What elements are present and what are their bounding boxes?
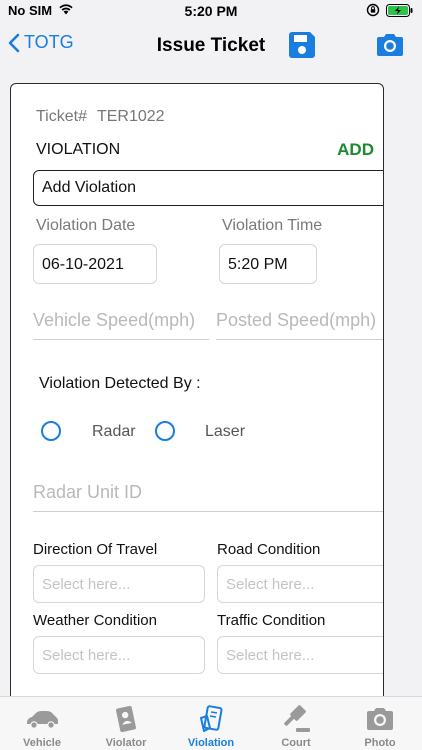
laser-label: Laser (205, 423, 246, 440)
vehicle-speed-input[interactable]: Vehicle Speed(mph) (33, 310, 209, 340)
weather-label: Weather Condition (33, 612, 157, 629)
save-button[interactable] (286, 29, 318, 66)
tab-vehicle-label: Vehicle (23, 737, 61, 749)
ticket-number-row: Ticket# TER1022 (36, 108, 165, 126)
orientation-lock-icon (366, 3, 380, 20)
posted-speed-input[interactable]: Posted Speed(mph) (216, 310, 383, 340)
violation-date-label: Violation Date (36, 217, 136, 234)
traffic-label: Traffic Condition (217, 612, 326, 629)
battery-icon (386, 4, 414, 20)
back-button[interactable]: TOTG (8, 32, 74, 53)
tab-court-label: Court (281, 737, 311, 749)
radar-unit-id-input[interactable]: Radar Unit ID (33, 482, 383, 512)
camera-icon (377, 34, 403, 56)
clock: 5:20 PM (184, 3, 238, 19)
camera-button[interactable] (374, 32, 406, 63)
ticket-form-card: Ticket# TER1022 VIOLATION ADD Add Violati… (10, 83, 384, 723)
road-condition-label: Road Condition (217, 541, 321, 558)
ticket-label: Ticket# (36, 108, 87, 125)
violation-time-field[interactable]: 5:20 PM (219, 244, 317, 284)
status-bar: No SIM 5:20 PM (0, 0, 422, 22)
tab-photo-label: Photo (364, 737, 396, 749)
ticket-number: TER1022 (96, 108, 165, 125)
gavel-icon (254, 703, 338, 735)
id-card-icon (84, 703, 168, 735)
detected-by-label: Violation Detected By : (39, 375, 201, 392)
laser-radio[interactable] (155, 421, 175, 441)
tab-photo[interactable]: Photo (338, 697, 422, 750)
ticket-icon (169, 703, 253, 735)
violation-time-label: Violation Time (222, 217, 323, 234)
direction-select[interactable]: Select here... (33, 565, 205, 603)
tab-violation-label: Violation (187, 737, 235, 749)
weather-select[interactable]: Select here... (33, 636, 205, 674)
tab-violator-label: Violator (105, 737, 147, 749)
chevron-left-icon (8, 33, 20, 52)
issue-ticket-screen: No SIM 5:20 PM TOTG Issue Ticket Ticket#… (0, 0, 422, 750)
back-label: TOTG (24, 32, 74, 52)
navigation-bar: TOTG Issue Ticket (0, 22, 422, 70)
radar-radio[interactable] (41, 421, 61, 441)
tab-court[interactable]: Court (254, 697, 338, 750)
tab-vehicle[interactable]: Vehicle (0, 697, 84, 750)
road-condition-select[interactable]: Select here... (217, 565, 383, 603)
add-violation-link[interactable]: ADD (337, 140, 374, 160)
camera-icon (338, 703, 422, 735)
car-icon (0, 703, 84, 735)
tab-violation[interactable]: Violation (169, 697, 253, 750)
direction-label: Direction Of Travel (33, 541, 158, 558)
tab-bar: Vehicle Violator Violation Court Photo (0, 696, 422, 750)
violation-section-label: VIOLATION (36, 141, 121, 158)
traffic-select[interactable]: Select here... (217, 636, 383, 674)
violation-date-field[interactable]: 06-10-2021 (33, 244, 157, 284)
tab-violator[interactable]: Violator (84, 697, 168, 750)
radar-label: Radar (92, 423, 136, 440)
save-icon (289, 32, 315, 58)
add-violation-field[interactable]: Add Violation (33, 170, 383, 206)
